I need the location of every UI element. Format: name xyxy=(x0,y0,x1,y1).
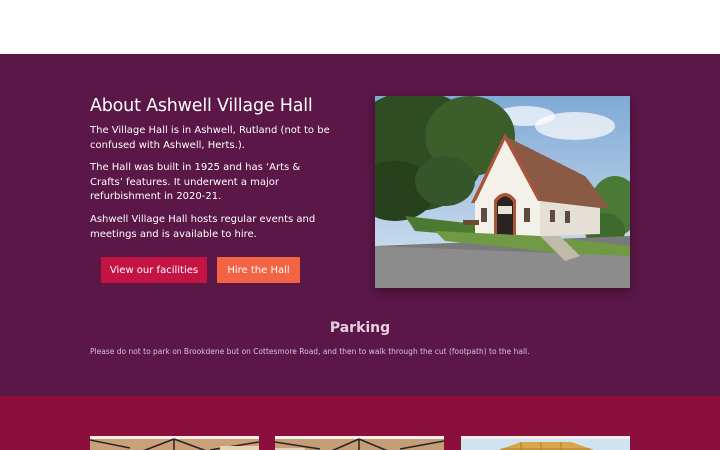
gallery-card-2-image[interactable] xyxy=(275,436,444,450)
parking-text: Please do not to park on Brookdene but o… xyxy=(90,347,530,356)
parking-title: Parking xyxy=(329,320,391,336)
hire-hall-button[interactable]: Hire the Hall xyxy=(217,257,300,283)
about-paragraph-location: The Village Hall is in Ashwell, Rutland … xyxy=(90,125,330,151)
header-bar xyxy=(0,0,720,54)
about-title: About Ashwell Village Hall xyxy=(90,96,313,116)
about-paragraph-events: Ashwell Village Hall hosts regular event… xyxy=(90,214,316,240)
view-facilities-button[interactable]: View our facilities xyxy=(101,257,207,283)
gallery-card-3-image[interactable] xyxy=(461,436,630,450)
gallery-section xyxy=(0,396,720,450)
about-section: About Ashwell Village Hall The Village H… xyxy=(0,54,720,396)
about-paragraph-history: The Hall was built in 1925 and has ‘Arts… xyxy=(90,162,301,202)
gallery-card-1-image[interactable] xyxy=(90,436,259,450)
village-hall-photo xyxy=(375,96,630,288)
